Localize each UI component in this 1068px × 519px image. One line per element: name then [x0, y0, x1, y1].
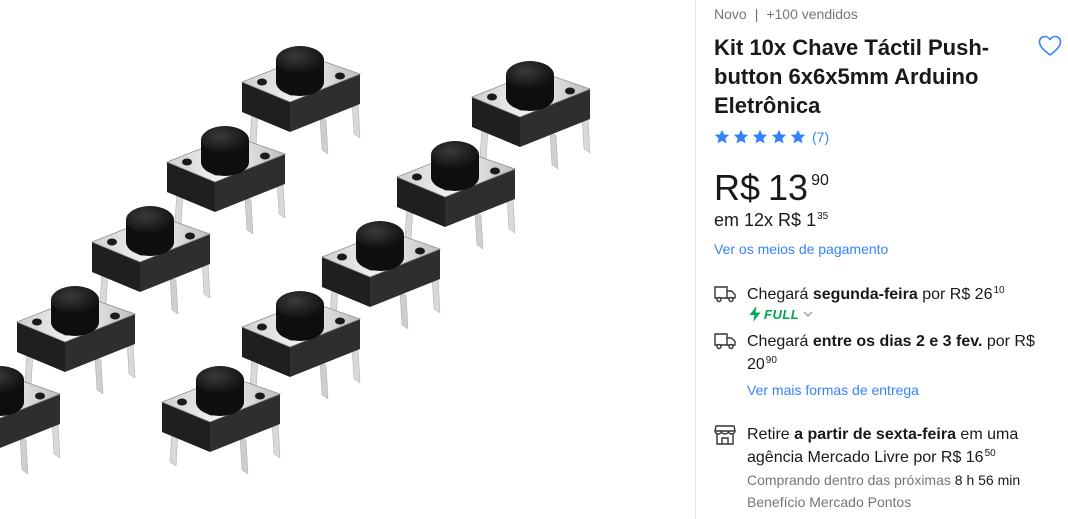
more-delivery-options-link[interactable]: Ver mais formas de entrega — [747, 382, 919, 398]
shipping-text: Chegará segunda-feira por R$ 2610 — [747, 283, 1062, 308]
product-meta: Novo | +100 vendidos — [714, 6, 858, 22]
bolt-icon — [749, 306, 761, 322]
shipping-date: segunda-feira — [812, 286, 918, 303]
installments-prefix: em 12x — [714, 210, 774, 230]
full-label: FULL — [764, 306, 800, 322]
price-currency: R$ — [714, 167, 761, 208]
meta-separator: | — [754, 6, 759, 22]
star-icon — [714, 129, 730, 144]
condition-label: Novo — [714, 6, 747, 22]
tactile-switch — [396, 140, 516, 250]
pickup-deadline-prefix: Comprando dentro das próximas — [747, 472, 955, 488]
vertical-divider — [695, 0, 696, 519]
rating-summary[interactable]: (7) — [714, 129, 829, 145]
shipping-text: Chegará entre os dias 2 e 3 fev. por R$ … — [747, 330, 1062, 378]
truck-icon — [714, 285, 736, 303]
installments-cents: 35 — [817, 211, 829, 222]
tactile-switch — [241, 45, 361, 155]
star-icon — [733, 129, 749, 144]
star-rating — [714, 129, 806, 145]
shipping-date: entre os dias 2 e 3 fev. — [812, 333, 983, 350]
pickup-text: Retire a partir de sexta-feira em uma ag… — [747, 423, 1062, 471]
heart-icon[interactable] — [1038, 35, 1062, 57]
installments: em 12x R$ 1 35 — [714, 210, 828, 231]
pickup-date: a partir de sexta-feira — [794, 426, 956, 443]
shipping-prefix: Chegará — [747, 286, 813, 303]
shipping-prefix: Chegará — [747, 333, 813, 350]
installments-integer: 1 — [806, 210, 817, 230]
product-image-gallery[interactable] — [0, 0, 695, 519]
sold-count: +100 vendidos — [766, 6, 858, 22]
price-cents: 90 — [811, 172, 829, 189]
full-badge[interactable]: FULL — [749, 306, 813, 322]
pickup-deadline: Comprando dentro das próximas 8 h 56 min — [747, 472, 1020, 488]
chevron-down-icon — [803, 311, 813, 317]
tactile-switch — [166, 125, 286, 235]
tactile-switch — [471, 60, 591, 170]
review-count-link[interactable]: (7) — [812, 129, 829, 145]
shipping-price: por R$ 26 — [917, 286, 993, 303]
tactile-switch — [91, 205, 211, 315]
tactile-switch — [161, 365, 281, 475]
product-title: Kit 10x Chave Táctil Push-button 6x6x5mm… — [714, 35, 990, 118]
pickup-prefix: Retire — [747, 426, 795, 443]
star-icon — [790, 129, 806, 144]
pickup-deadline-time: 8 h 56 min — [954, 472, 1021, 488]
payment-methods-link[interactable]: Ver os meios de pagamento — [714, 241, 888, 257]
pickup-price-cents: 50 — [984, 448, 996, 459]
tactile-switch — [241, 290, 361, 400]
tactile-switch — [16, 285, 136, 395]
shipping-price-cents: 90 — [765, 355, 777, 366]
price: R$ 13 90 — [714, 167, 829, 209]
pickup-benefit: Benefício Mercado Pontos — [747, 494, 912, 510]
star-icon — [771, 129, 787, 144]
star-icon — [752, 129, 768, 144]
installments-currency: R$ — [778, 210, 802, 230]
price-integer: 13 — [768, 167, 809, 208]
product-image — [0, 45, 591, 475]
truck-icon — [714, 332, 736, 350]
shipping-price-cents: 10 — [993, 285, 1005, 296]
store-icon — [714, 425, 736, 445]
